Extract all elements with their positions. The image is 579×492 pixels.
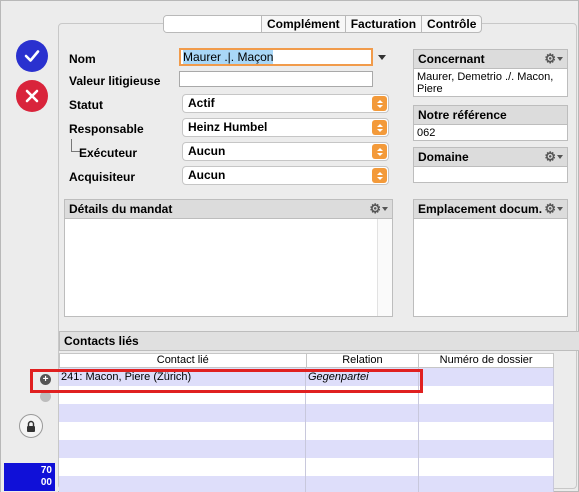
tab-controle[interactable]: Contrôle <box>421 16 481 32</box>
table-header: Contact lié Relation Numéro de dossier <box>59 353 554 368</box>
emplacement-title: Emplacement docum. <box>418 202 543 216</box>
details-textarea[interactable] <box>64 219 393 317</box>
domaine-header: Domaine ⚙ <box>413 147 568 167</box>
nom-value: Maurer .|. Maçon <box>183 50 274 64</box>
table-row[interactable] <box>59 440 554 458</box>
gear-menu-button[interactable]: ⚙ <box>544 150 563 164</box>
acquisiteur-select[interactable]: Aucun <box>182 166 389 185</box>
nom-input[interactable]: Maurer .|. Maçon <box>179 48 373 66</box>
domaine-title: Domaine <box>418 150 469 164</box>
close-icon <box>25 89 39 103</box>
nom-dropdown-icon[interactable] <box>378 55 386 60</box>
executeur-value: Aucun <box>188 144 226 158</box>
emplacement-area[interactable] <box>413 219 568 317</box>
gear-menu-button[interactable]: ⚙ <box>544 52 563 66</box>
gear-icon: ⚙ <box>544 149 556 164</box>
gear-icon: ⚙ <box>544 201 556 216</box>
table-row[interactable] <box>59 458 554 476</box>
confirm-button[interactable] <box>16 40 48 72</box>
dossier-cell <box>419 368 554 386</box>
gear-menu-button[interactable]: ⚙ <box>544 202 563 216</box>
chevron-down-icon <box>557 207 563 211</box>
valeur-label: Valeur litigieuse <box>69 74 161 88</box>
stepper-icon <box>372 144 387 159</box>
gear-icon: ⚙ <box>369 201 381 216</box>
nom-label: Nom <box>69 52 96 66</box>
domaine-input[interactable] <box>413 167 568 183</box>
responsable-select[interactable]: Heinz Humbel <box>182 118 389 137</box>
details-title: Détails du mandat <box>69 202 173 216</box>
executeur-label: Exécuteur <box>79 146 138 160</box>
responsable-value: Heinz Humbel <box>188 120 268 134</box>
reference-input[interactable]: 062 <box>413 125 568 141</box>
stepper-icon <box>372 120 387 135</box>
window: 70 00 Complément Facturation Contrôle No… <box>0 0 579 492</box>
stepper-icon <box>372 96 387 111</box>
left-toolbar: 70 00 <box>1 1 58 492</box>
details-header: Détails du mandat ⚙ <box>64 199 393 219</box>
selection-highlight <box>30 369 423 393</box>
contacts-header: Contacts liés <box>59 331 579 351</box>
chevron-down-icon <box>382 207 388 211</box>
concernant-header: Concernant ⚙ <box>413 49 568 69</box>
counter-line-1: 70 <box>40 465 52 476</box>
statut-label: Statut <box>69 98 103 112</box>
responsable-label: Responsable <box>69 122 144 136</box>
gear-icon: ⚙ <box>544 51 556 66</box>
acquisiteur-value: Aucun <box>188 168 226 182</box>
table-row[interactable] <box>59 404 554 422</box>
concernant-title: Concernant <box>418 52 485 66</box>
chevron-down-icon <box>557 155 563 159</box>
executeur-select[interactable]: Aucun <box>182 142 389 161</box>
record-counter: 70 00 <box>4 463 55 491</box>
column-header-contact[interactable]: Contact lié <box>60 354 307 367</box>
column-header-dossier[interactable]: Numéro de dossier <box>419 354 554 367</box>
table-row[interactable] <box>59 422 554 440</box>
lock-icon <box>27 420 35 432</box>
tab-bar: Complément Facturation Contrôle <box>163 15 483 33</box>
column-header-relation[interactable]: Relation <box>307 354 420 367</box>
statut-select[interactable]: Actif <box>182 94 389 113</box>
gear-menu-button[interactable]: ⚙ <box>369 202 388 216</box>
statut-value: Actif <box>188 96 215 110</box>
tab-facturation[interactable]: Facturation <box>344 16 421 32</box>
checkmark-icon <box>24 50 40 62</box>
chevron-down-icon <box>557 57 563 61</box>
acquisiteur-label: Acquisiteur <box>69 170 136 184</box>
cancel-button[interactable] <box>16 80 48 112</box>
stepper-icon <box>372 168 387 183</box>
tab-complement[interactable]: Complément <box>261 16 345 32</box>
valeur-input[interactable] <box>179 71 373 87</box>
tab-general[interactable] <box>164 16 261 32</box>
concernant-text: Maurer, Demetrio ./. Macon, Piere <box>413 69 568 97</box>
lock-button[interactable] <box>19 414 43 438</box>
details-scrollbar[interactable] <box>377 219 392 316</box>
reference-header: Notre référence <box>413 105 568 125</box>
table-row[interactable] <box>59 476 554 492</box>
counter-line-2: 00 <box>40 477 52 488</box>
emplacement-header: Emplacement docum. ⚙ <box>413 199 568 219</box>
